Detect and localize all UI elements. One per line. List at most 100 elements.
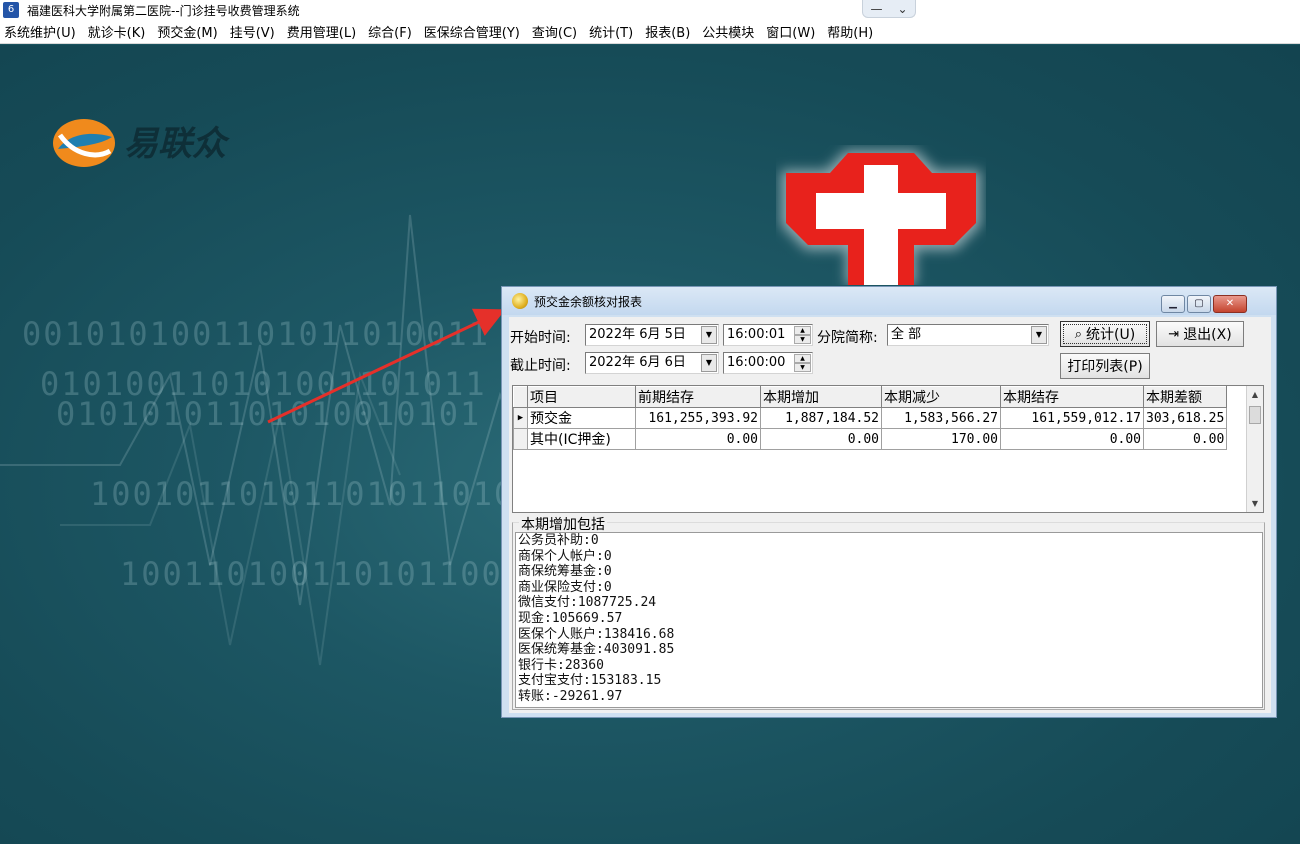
menu-card[interactable]: 就诊卡(K): [84, 22, 154, 41]
menu-system[interactable]: 系统维护(U): [0, 22, 84, 41]
summary-line: 支付宝支付:153183.15: [518, 673, 662, 689]
start-time-value: 16:00:01: [727, 327, 786, 342]
column-header[interactable]: 本期增加: [760, 386, 882, 408]
stats-button-label: 统计(U): [1086, 327, 1136, 343]
summary-line: 商业保险支付:0: [518, 579, 612, 595]
app-titlebar: 6 福建医科大学附属第二医院--门诊挂号收费管理系统 — ⌄: [0, 0, 1300, 20]
print-list-button[interactable]: 打印列表(P): [1060, 353, 1150, 379]
summary-line: 医保个人账户:138416.68: [518, 626, 675, 642]
start-date-picker[interactable]: 2022年 6月 5日 ▼: [585, 324, 719, 346]
start-time-spinner[interactable]: ▲ ▼: [794, 326, 811, 344]
exit-button[interactable]: ⇥ 退出(X): [1156, 321, 1244, 347]
column-header[interactable]: 项目: [527, 386, 636, 408]
table-cell[interactable]: 1,887,184.52: [760, 407, 882, 429]
end-time-spinner[interactable]: ▲ ▼: [794, 354, 811, 372]
column-header[interactable]: 本期差额: [1142, 386, 1228, 408]
scrollbar-thumb[interactable]: [1249, 406, 1261, 424]
menu-common[interactable]: 公共模块: [698, 22, 762, 41]
chevron-down-icon[interactable]: ▼: [701, 354, 717, 372]
table-cell[interactable]: 170.00: [881, 428, 1001, 450]
chevron-down-icon[interactable]: ▼: [1031, 326, 1047, 344]
row-indicator: [513, 428, 528, 450]
menu-fees[interactable]: 费用管理(L): [283, 22, 364, 41]
increase-breakdown-group: 本期增加包括 公务员补助:0 商保个人帐户:0 商保统筹基金:0 商业保险支付:…: [512, 514, 1265, 710]
summary-line: 银行卡:28360: [518, 657, 604, 673]
start-time-label: 开始时间:: [510, 330, 571, 346]
report-table: 项目 前期结存 本期增加 本期减少 本期结存 本期差额 ▶ 预交金 161,25…: [513, 386, 1228, 450]
logo-text: 易联众: [124, 124, 230, 164]
yilianzhong-logo: 易联众: [53, 119, 230, 167]
start-time-input[interactable]: 16:00:01 ▲ ▼: [723, 324, 813, 346]
chevron-down-icon[interactable]: ▼: [701, 326, 717, 344]
summary-line: 现金:105669.57: [518, 610, 623, 626]
branch-value: 全 部: [891, 327, 922, 342]
maximize-button[interactable]: ▢: [1187, 295, 1211, 313]
table-cell[interactable]: 预交金: [527, 407, 636, 429]
table-cell[interactable]: 0.00: [760, 428, 882, 450]
table-cell[interactable]: 1,583,566.27: [881, 407, 1001, 429]
close-button[interactable]: ✕: [1213, 295, 1247, 313]
end-date-value: 2022年 6月 6日: [589, 355, 686, 370]
dialog-titlebar[interactable]: 预交金余额核对报表 ▁ ▢ ✕: [502, 287, 1276, 315]
dialog-title: 预交金余额核对报表: [534, 294, 643, 309]
table-cell[interactable]: 0.00: [1000, 428, 1144, 450]
table-header-row: 项目 前期结存 本期增加 本期减少 本期结存 本期差额: [513, 386, 1228, 408]
column-header[interactable]: 本期减少: [881, 386, 1001, 408]
table-cell[interactable]: 161,255,393.92: [635, 407, 761, 429]
menu-prepay[interactable]: 预交金(M): [153, 22, 225, 41]
stats-button[interactable]: ⌕ 统计(U): [1060, 321, 1150, 347]
increase-breakdown-memo[interactable]: 公务员补助:0 商保个人帐户:0 商保统筹基金:0 商业保险支付:0 微信支付:…: [515, 532, 1263, 708]
table-cell[interactable]: 303,618.25: [1142, 407, 1228, 429]
app-icon: 6: [3, 2, 19, 18]
menu-reports[interactable]: 报表(B): [641, 22, 698, 41]
menu-insurance[interactable]: 医保综合管理(Y): [420, 22, 528, 41]
summary-line: 转账:-29261.97: [518, 688, 623, 704]
prepay-balance-report-dialog: 预交金余额核对报表 ▁ ▢ ✕ 开始时间: 2022年 6月 5日 ▼ 16:0…: [501, 286, 1277, 718]
menu-query[interactable]: 查询(C): [528, 22, 585, 41]
exit-door-icon: ⇥: [1168, 326, 1180, 342]
menu-general[interactable]: 综合(F): [364, 22, 420, 41]
table-cell[interactable]: 0.00: [635, 428, 761, 450]
chevron-down-icon[interactable]: ⌄: [897, 2, 907, 16]
minimize-button[interactable]: ▁: [1161, 295, 1185, 313]
end-time-input[interactable]: 16:00:00 ▲ ▼: [723, 352, 813, 374]
end-date-picker[interactable]: 2022年 6月 6日 ▼: [585, 352, 719, 374]
menu-help[interactable]: 帮助(H): [823, 22, 881, 41]
row-pointer-icon: ▶: [513, 407, 528, 429]
menu-statistics[interactable]: 统计(T): [585, 22, 641, 41]
table-cell[interactable]: 其中(IC押金): [527, 428, 636, 450]
summary-line: 公务员补助:0: [518, 533, 599, 548]
end-time-label: 截止时间:: [510, 358, 571, 374]
app-title: 福建医科大学附属第二医院--门诊挂号收费管理系统: [27, 3, 300, 18]
branch-label: 分院简称:: [817, 330, 878, 346]
red-cross-emblem: [781, 150, 981, 285]
end-time-value: 16:00:00: [727, 355, 786, 370]
vertical-scrollbar[interactable]: ▲ ▼: [1246, 386, 1263, 512]
column-header[interactable]: 本期结存: [1000, 386, 1144, 408]
header-indicator: [513, 386, 528, 408]
menu-register[interactable]: 挂号(V): [226, 22, 283, 41]
scroll-up-icon[interactable]: ▲: [1247, 386, 1263, 403]
scroll-down-icon[interactable]: ▼: [1247, 495, 1263, 512]
summary-line: 商保个人帐户:0: [518, 548, 612, 564]
menu-bar: 系统维护(U) 就诊卡(K) 预交金(M) 挂号(V) 费用管理(L) 综合(F…: [0, 20, 1300, 44]
table-row[interactable]: 其中(IC押金) 0.00 0.00 170.00 0.00 0.00: [513, 428, 1228, 450]
table-row[interactable]: ▶ 预交金 161,255,393.92 1,887,184.52 1,583,…: [513, 407, 1228, 429]
exit-button-label: 退出(X): [1183, 327, 1232, 343]
print-button-label: 打印列表(P): [1067, 359, 1143, 375]
column-header[interactable]: 前期结存: [635, 386, 761, 408]
menu-window[interactable]: 窗口(W): [762, 22, 823, 41]
window-controls[interactable]: — ⌄: [862, 0, 916, 18]
start-date-value: 2022年 6月 5日: [589, 327, 686, 342]
report-icon: [512, 293, 528, 309]
group-legend: 本期增加包括: [519, 514, 607, 534]
summary-line: 商保统筹基金:0: [518, 564, 612, 580]
report-grid[interactable]: 项目 前期结存 本期增加 本期减少 本期结存 本期差额 ▶ 预交金 161,25…: [512, 385, 1264, 513]
branch-select[interactable]: 全 部 ▼: [887, 324, 1049, 346]
summary-line: 微信支付:1087725.24: [518, 595, 657, 611]
table-cell[interactable]: 161,559,012.17: [1000, 407, 1144, 429]
dialog-body: 开始时间: 2022年 6月 5日 ▼ 16:00:01 ▲ ▼ 分院简称: 全 …: [509, 317, 1271, 713]
table-cell[interactable]: 0.00: [1142, 428, 1228, 450]
binoculars-icon: ⌕: [1074, 326, 1083, 342]
minimize-icon[interactable]: —: [870, 2, 882, 16]
